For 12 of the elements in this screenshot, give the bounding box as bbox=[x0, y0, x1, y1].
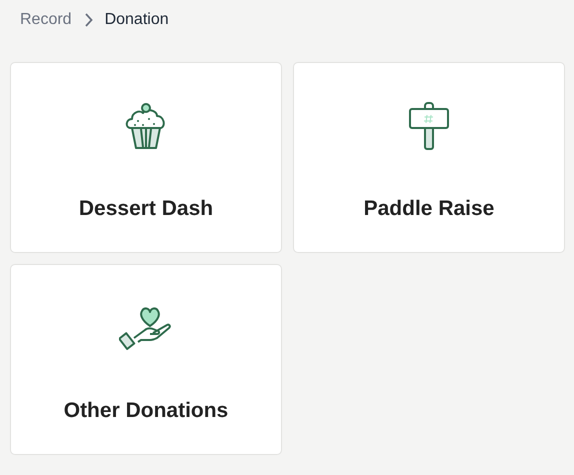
cupcake-icon bbox=[124, 101, 168, 151]
paddle-sign-icon bbox=[408, 101, 450, 151]
card-title: Dessert Dash bbox=[78, 197, 214, 221]
hand-heart-icon bbox=[119, 306, 173, 350]
chevron-right-icon bbox=[84, 13, 93, 27]
card-title: Paddle Raise bbox=[364, 197, 494, 221]
option-card[interactable]: Dessert Dash bbox=[10, 62, 282, 253]
breadcrumb-link[interactable]: Record bbox=[20, 11, 72, 29]
option-card[interactable]: Paddle Raise bbox=[293, 62, 565, 253]
option-card[interactable]: Other Donations bbox=[10, 264, 282, 455]
breadcrumb-current: Donation bbox=[104, 11, 169, 29]
card-title: Other Donations bbox=[64, 399, 228, 423]
